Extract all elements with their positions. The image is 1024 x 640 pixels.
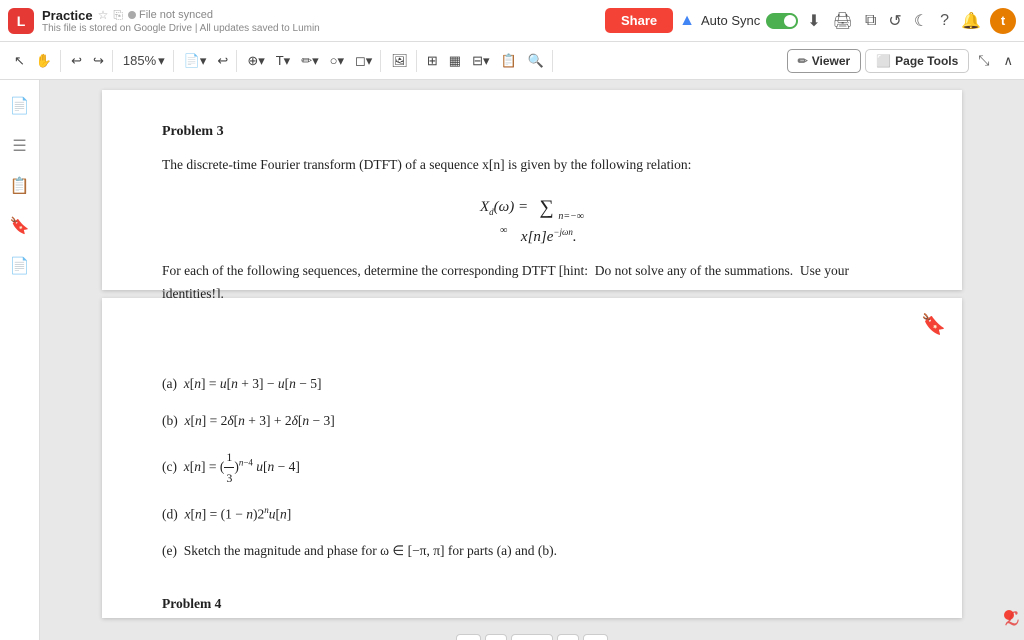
autosync-toggle[interactable] [766, 13, 798, 29]
download-icon[interactable]: ⬇ [804, 11, 823, 31]
page-indicator: 2/3 [511, 634, 554, 640]
item-d: (d) x[n] = (1 − n)2nu[n] [162, 503, 902, 526]
sidebar-icon-clipboard[interactable]: 📋 [4, 170, 36, 202]
insert-btn[interactable]: 📄▾ [179, 50, 212, 72]
image-btn[interactable]: 🖼 [386, 50, 413, 72]
content-area: Problem 3 The discrete-time Fourier tran… [40, 80, 1024, 640]
viewer-button[interactable]: ✏ Viewer [787, 49, 862, 73]
page-2-content: (a) x[n] = u[n + 3] − u[n − 5] (b) x[n] … [162, 328, 902, 616]
avatar[interactable]: t [990, 8, 1016, 34]
page-1: Problem 3 The discrete-time Fourier tran… [102, 90, 962, 290]
tool-group-undo: ↩ ↪ [63, 50, 113, 72]
autosync-label: Auto Sync [701, 13, 760, 28]
item-c: (c) x[n] = (13)n−4 u[n − 4] [162, 447, 902, 489]
problem3-title: Problem 3 [162, 120, 902, 144]
cursor-tool[interactable]: ↖ [9, 50, 30, 72]
next-page-button[interactable]: › [557, 634, 579, 640]
undo-btn[interactable]: ↩ [66, 50, 87, 72]
shape-btn[interactable]: ○▾ [325, 50, 349, 72]
pagetools-button[interactable]: ⬜ Page Tools [865, 49, 969, 73]
tool-group-zoom: 185% ▾ [115, 50, 174, 72]
page2-spacer [162, 328, 902, 351]
tool-group-image: 🖼 [383, 50, 417, 72]
app-logo: L [8, 8, 34, 34]
grid-btn[interactable]: ⊞ [422, 50, 443, 72]
tool-group-text: ⊕▾ T▾ ✏▾ ○▾ ◻▾ [239, 50, 381, 72]
toolbar2: ↖ ✋ ↩ ↪ 185% ▾ 📄▾ ↩ ⊕▾ T▾ ✏▾ ○▾ ◻▾ 🖼 ⊞ ▦… [0, 42, 1024, 80]
sidebar-icon-outline[interactable]: ☰ [6, 130, 32, 162]
right-buttons: ✏ Viewer ⬜ Page Tools ⤡ ∧ [787, 49, 1018, 73]
layout-btn[interactable]: ⊟▾ [467, 50, 494, 72]
eraser-btn[interactable]: ◻▾ [350, 50, 377, 72]
lumin-bottom-logo: ℒ [1005, 609, 1018, 630]
drive-icon: ▲ [679, 12, 695, 30]
collapse-btn[interactable]: ∧ [998, 50, 1018, 72]
type-btn[interactable]: T▾ [271, 50, 295, 72]
zoom-chevron: ▾ [158, 53, 165, 69]
item-b: (b) x[n] = 2δ[n + 3] + 2δ[n − 3] [162, 410, 902, 433]
star-icon[interactable]: ☆ [98, 8, 109, 22]
bell-icon[interactable]: 🔔 [958, 11, 984, 31]
hand-tool[interactable]: ✋ [31, 50, 57, 72]
top-bar: L Practice ☆ ⎘ File not synced This file… [0, 0, 1024, 42]
doc-title-row: Practice ☆ ⎘ File not synced [42, 8, 320, 23]
help-icon[interactable]: ? [937, 12, 952, 30]
prev-page-button[interactable]: ‹ [485, 634, 507, 640]
bookmark-icon[interactable]: 🔖 [921, 312, 946, 337]
duplicate-icon[interactable]: ⧉ [862, 12, 879, 30]
page-2: 🔖 (a) x[n] = u[n + 3] − u[n − 5] (b) x[n… [102, 298, 962, 618]
share-button[interactable]: Share [605, 8, 673, 33]
tool-group-insert: 📄▾ ↩ [176, 50, 238, 72]
pen-btn[interactable]: ✏▾ [296, 50, 323, 72]
search-btn[interactable]: 🔍 [523, 50, 549, 72]
redo-btn[interactable]: ↪ [88, 50, 109, 72]
sidebar-icon-bookmark[interactable]: 🔖 [4, 210, 36, 242]
doc-title: Practice [42, 8, 93, 23]
tool-group-extra: ⊞ ▦ ⊟▾ 📋 🔍 [419, 50, 553, 72]
status-dot [128, 11, 136, 19]
zoom-selector[interactable]: 185% ▾ [118, 50, 170, 72]
print-icon[interactable]: 🖨 [830, 11, 856, 31]
pencil-icon: ✏ [798, 54, 808, 68]
problem4-title: Problem 4 [162, 593, 902, 616]
first-page-button[interactable]: « [456, 634, 481, 640]
table-btn[interactable]: ▦ [444, 50, 466, 72]
pagination: « ‹ 2/3 › » [50, 626, 1014, 640]
doc-subtitle: This file is stored on Google Drive | Al… [42, 23, 320, 34]
zoom-value: 185% [123, 53, 156, 68]
history-icon[interactable]: ↺ [885, 11, 904, 31]
undo2-btn[interactable]: ↩ [212, 50, 233, 72]
main-area: 📄 ☰ 📋 🔖 📄 Problem 3 The discrete-time Fo… [0, 80, 1024, 640]
sidebar: 📄 ☰ 📋 🔖 📄 [0, 80, 40, 640]
copy-icon[interactable]: ⎘ [113, 8, 123, 23]
expand-button[interactable]: ⤡ [973, 49, 994, 72]
item-e: (e) Sketch the magnitude and phase for ω… [162, 540, 902, 563]
tool-group-cursor: ↖ ✋ [6, 50, 61, 72]
pagetools-icon: ⬜ [876, 54, 891, 68]
problem3-formula: Xd(ω) = ∑ n=−∞∞ ∞ x[n]e−jωn. [162, 191, 902, 251]
problem3-para1: The discrete-time Fourier transform (DTF… [162, 154, 902, 177]
autosync-area: ▲ Auto Sync [679, 12, 798, 30]
text-anchor-btn[interactable]: ⊕▾ [242, 50, 269, 72]
sidebar-icon-page[interactable]: 📄 [4, 90, 36, 122]
sidebar-icon-doc2[interactable]: 📄 [4, 250, 36, 282]
last-page-button[interactable]: » [583, 634, 608, 640]
moon-icon[interactable]: ☾ [911, 11, 931, 31]
item-a: (a) x[n] = u[n + 3] − u[n − 5] [162, 373, 902, 396]
form-btn[interactable]: 📋 [495, 50, 521, 72]
file-status: File not synced [128, 9, 213, 21]
doc-title-area: Practice ☆ ⎘ File not synced This file i… [42, 8, 320, 34]
